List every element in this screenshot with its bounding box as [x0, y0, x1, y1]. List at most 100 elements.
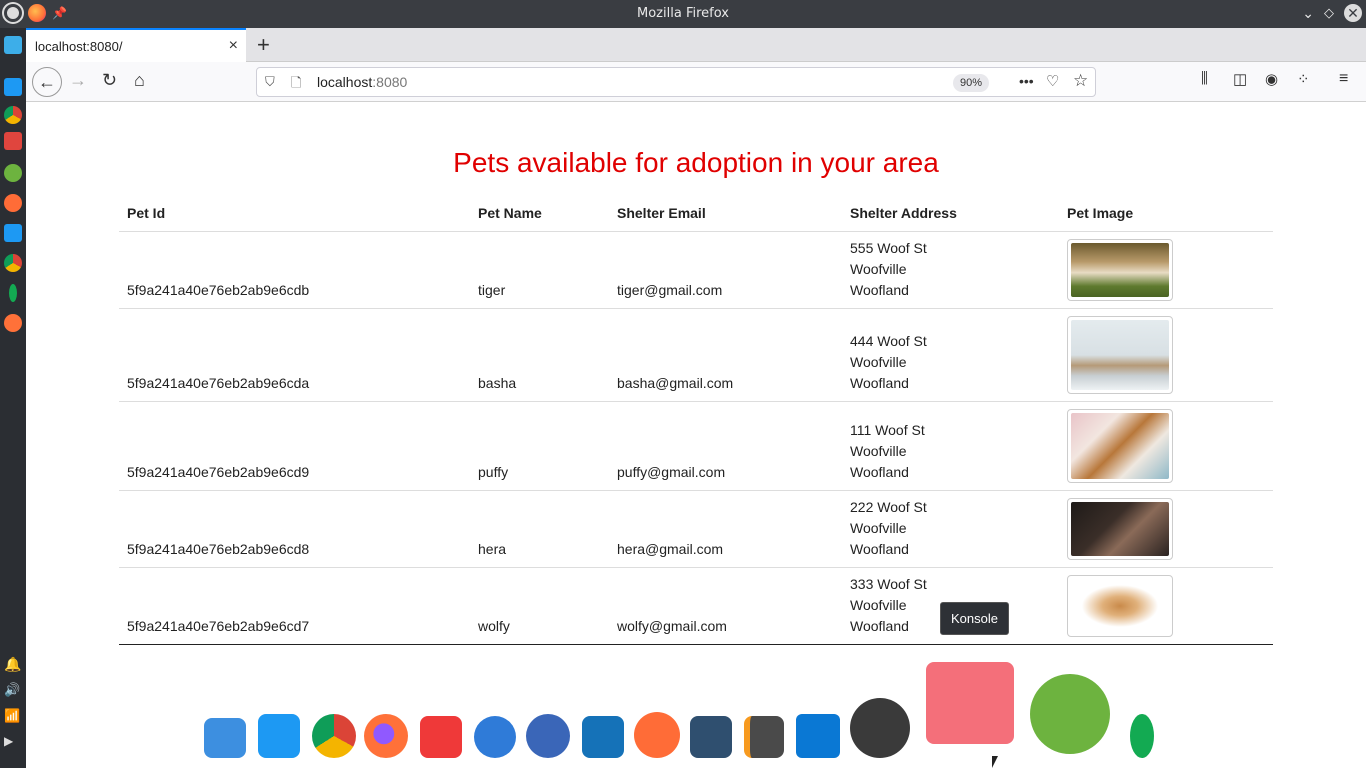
new-tab-button[interactable]: + — [257, 32, 270, 58]
pocket-icon[interactable]: ♡ — [1046, 72, 1059, 90]
files-dock-icon[interactable] — [204, 718, 246, 758]
address-country: Woofland — [850, 281, 909, 298]
address-country: Woofland — [850, 463, 909, 480]
notifications-icon[interactable]: 🔔 — [4, 656, 22, 674]
mongodb-dock-icon[interactable] — [1130, 714, 1154, 758]
shield-icon[interactable]: ⛉ — [265, 74, 275, 90]
extensions-icon[interactable]: ⁘ — [1297, 70, 1310, 88]
pet-name: tiger — [470, 231, 609, 309]
reload-button[interactable]: ↻ — [102, 70, 117, 91]
pet-image-cell — [1059, 401, 1273, 491]
url-bar[interactable]: ⛉ 🗋 localhost:8080 90% ••• ♡ ☆ — [256, 67, 1096, 97]
pet-image — [1067, 238, 1173, 301]
davinci-dock-icon[interactable] — [526, 714, 570, 758]
konsole-dock-icon[interactable] — [926, 662, 1014, 744]
pet-image — [1067, 315, 1173, 394]
back-button[interactable]: ← — [32, 67, 62, 97]
column-header-pet-id: Pet Id — [119, 195, 470, 232]
menu-icon[interactable]: ≡ — [1339, 70, 1348, 88]
tab-title: localhost:8080/ — [35, 39, 123, 54]
table-row: 5f9a241a40e76eb2ab9e6cdb tiger tiger@gma… — [119, 231, 1273, 309]
address-country: Woofland — [850, 374, 909, 391]
table-row: 5f9a241a40e76eb2ab9e6cda basha basha@gma… — [119, 308, 1273, 402]
shelter-email: wolfy@gmail.com — [609, 567, 842, 645]
page-info-icon[interactable]: 🗋 — [291, 74, 301, 96]
close-tab-icon[interactable]: × — [229, 37, 238, 55]
sidebar-icon[interactable]: ◫ — [1233, 70, 1247, 88]
home-button[interactable]: ⌂ — [134, 70, 145, 91]
terminal-icon[interactable] — [4, 132, 22, 150]
window-titlebar: 📌 Mozilla Firefox ⌄ ◇ ✕ — [0, 0, 1366, 28]
sublime-dock-icon[interactable] — [744, 716, 784, 758]
bookmark-star-icon[interactable]: ☆ — [1073, 71, 1088, 91]
column-header-pet-image: Pet Image — [1059, 195, 1273, 232]
pet-id: 5f9a241a40e76eb2ab9e6cd8 — [119, 490, 470, 568]
address-city: Woofville — [850, 519, 907, 536]
chrome2-icon[interactable] — [4, 254, 22, 272]
address-city: Woofville — [850, 353, 907, 370]
pet-image — [1067, 497, 1173, 560]
address-street: 111 Woof St — [850, 421, 925, 438]
vscode-dock-icon[interactable] — [796, 714, 840, 758]
url-port: :8080 — [372, 74, 408, 90]
pet-image — [1067, 574, 1173, 637]
vivaldi-dock-icon[interactable] — [420, 716, 462, 758]
pet-name: wolfy — [470, 567, 609, 645]
shelter-address: 444 Woof St Woofville Woofland — [842, 308, 1059, 402]
address-country: Woofland — [850, 540, 909, 557]
amazon-dock-icon[interactable] — [850, 698, 910, 758]
tab-localhost[interactable]: localhost:8080/ × — [26, 28, 246, 62]
address-city: Woofville — [850, 260, 907, 277]
url-host: localhost — [317, 74, 373, 90]
shelter-address: 222 Woof St Woofville Woofland — [842, 490, 1059, 568]
library-icon[interactable]: ⫼ — [1201, 70, 1208, 87]
pets-table: Pet Id Pet Name Shelter Email Shelter Ad… — [119, 195, 1273, 645]
address-street: 333 Woof St — [850, 575, 927, 592]
postman-icon[interactable] — [4, 194, 22, 212]
discover-icon[interactable] — [4, 78, 22, 96]
pet-id: 5f9a241a40e76eb2ab9e6cd9 — [119, 401, 470, 491]
forward-button[interactable]: → — [69, 70, 87, 91]
firefox-dock-taskbar-icon[interactable] — [364, 714, 408, 758]
monitor-dock-icon[interactable] — [582, 716, 624, 758]
spring-icon[interactable] — [4, 164, 22, 182]
tab-strip: localhost:8080/ × + — [26, 28, 1366, 62]
files-icon[interactable] — [4, 224, 22, 242]
mysql-workbench-dock-icon[interactable] — [690, 716, 732, 758]
shelter-email: tiger@gmail.com — [609, 231, 842, 309]
close-window-icon[interactable]: ✕ — [1344, 4, 1362, 22]
discover-dock-icon[interactable] — [258, 714, 300, 758]
spring-dock-icon[interactable] — [1030, 674, 1110, 754]
shelter-email: puffy@gmail.com — [609, 401, 842, 491]
page-actions-icon[interactable]: ••• — [1019, 73, 1034, 89]
dock-tooltip: Konsole — [940, 602, 1009, 635]
shelter-address: 555 Woof St Woofville Woofland — [842, 231, 1059, 309]
chrome-icon[interactable] — [4, 106, 22, 124]
account-icon[interactable]: ◉ — [1265, 70, 1278, 88]
wifi-icon[interactable]: 📶 — [4, 708, 22, 726]
pet-id: 5f9a241a40e76eb2ab9e6cdb — [119, 231, 470, 309]
volume-icon[interactable]: 🔊 — [4, 682, 22, 700]
url-text[interactable]: localhost:8080 — [317, 74, 407, 90]
table-row: 5f9a241a40e76eb2ab9e6cd9 puffy puffy@gma… — [119, 401, 1273, 491]
maximize-icon[interactable]: ◇ — [1324, 5, 1334, 21]
expand-icon[interactable]: ▶ — [4, 734, 22, 752]
pet-id: 5f9a241a40e76eb2ab9e6cd7 — [119, 567, 470, 645]
bottom-dock — [196, 660, 1172, 768]
column-header-pet-name: Pet Name — [470, 195, 609, 232]
firefox-dock-icon[interactable] — [4, 314, 22, 332]
mongodb-icon[interactable] — [9, 284, 17, 302]
postman-dock-icon[interactable] — [634, 712, 680, 758]
address-street: 222 Woof St — [850, 498, 927, 515]
dolphin-icon[interactable] — [4, 36, 22, 54]
address-street: 555 Woof St — [850, 239, 927, 256]
pet-image-cell — [1059, 231, 1273, 309]
mouse-cursor — [992, 756, 1004, 768]
window-title: Mozilla Firefox — [637, 6, 729, 21]
chrome-dock-icon[interactable] — [312, 714, 356, 758]
pet-image — [1067, 408, 1173, 483]
qbittorrent-dock-icon[interactable] — [474, 716, 516, 758]
table-row: 5f9a241a40e76eb2ab9e6cd8 hera hera@gmail… — [119, 490, 1273, 568]
minimize-icon[interactable]: ⌄ — [1302, 5, 1314, 22]
zoom-level[interactable]: 90% — [953, 74, 989, 92]
